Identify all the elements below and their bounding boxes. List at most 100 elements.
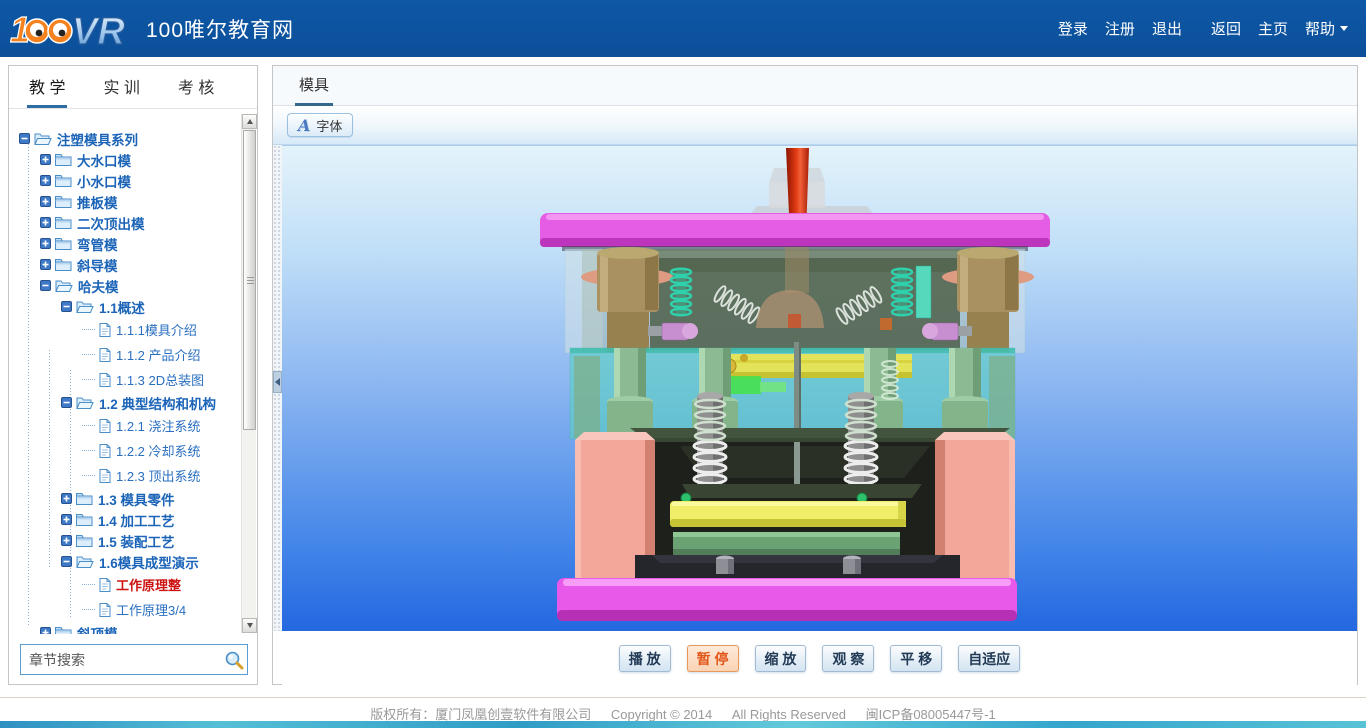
tab-mold[interactable]: 模具 [295, 66, 333, 106]
tree-item-label: 小水口模 [77, 171, 131, 191]
tree-item[interactable]: 1.1.3 2D总装图 [9, 367, 241, 392]
collapse-icon[interactable] [19, 133, 30, 144]
zoom-button[interactable]: 缩 放 [755, 645, 807, 672]
expand-icon[interactable] [40, 627, 51, 634]
scroll-up-button[interactable] [242, 114, 257, 129]
collapse-sidebar-handle[interactable] [273, 371, 282, 393]
sidebar-scrollbar[interactable] [241, 114, 256, 633]
tree-item[interactable]: 1.2.1 浇注系统 [9, 413, 241, 438]
tree-item-label: 推板模 [77, 192, 118, 212]
font-button[interactable]: A 字体 [287, 113, 353, 137]
folder-icon [55, 153, 72, 167]
tree-item-label: 注塑模具系列 [57, 129, 138, 149]
folder-icon [55, 237, 72, 251]
tab-teaching[interactable]: 教 学 [27, 66, 67, 108]
tree-item[interactable]: 工作原理3/4 [9, 597, 241, 622]
tree-item-label: 1.2.1 浇注系统 [116, 416, 201, 435]
play-button[interactable]: 播 放 [619, 645, 671, 672]
tree-folder[interactable]: 二次顶出模 [9, 212, 241, 233]
search-input[interactable] [21, 645, 221, 674]
panel-splitter[interactable] [273, 145, 282, 631]
collapse-icon[interactable] [61, 556, 72, 567]
tree-folder[interactable]: 大水口模 [9, 149, 241, 170]
folder-icon [55, 626, 72, 635]
tree-item-label: 1.3 模具零件 [98, 489, 175, 509]
tree-item-label: 哈夫模 [78, 276, 119, 296]
tree-folder[interactable]: 注塑模具系列 [9, 128, 241, 149]
nav-help[interactable]: 帮助 [1305, 18, 1348, 39]
expand-icon[interactable] [40, 217, 51, 228]
copyright-cn: 版权所有：厦门凤凰创壹软件有限公司 [370, 707, 591, 722]
ejector-retainer-top [682, 484, 922, 498]
tree-folder[interactable]: 推板模 [9, 191, 241, 212]
sidebar-panel: 教 学实 训考 核 注塑模具系列大水口模小水口模推板模二次顶出模弯管模斜导模哈夫… [8, 65, 258, 685]
tree-folder[interactable]: 斜顶模 [9, 622, 241, 634]
return-spring-right [845, 392, 877, 496]
tree-item-label: 二次顶出模 [77, 213, 145, 233]
content-tabbar: 模具 [273, 66, 1357, 106]
tree-folder[interactable]: 1.6模具成型演示 [9, 551, 241, 572]
tab-training[interactable]: 实 训 [101, 66, 141, 108]
tree-folder[interactable]: 1.2 典型结构和机构 [9, 392, 241, 413]
pan-button[interactable]: 平 移 [890, 645, 942, 672]
tree-folder[interactable]: 小水口模 [9, 170, 241, 191]
folder-open-icon [34, 132, 52, 146]
tree-folder[interactable]: 弯管模 [9, 233, 241, 254]
green-insert-2 [760, 382, 786, 392]
expand-icon[interactable] [40, 154, 51, 165]
nav-back[interactable]: 返回 [1211, 18, 1241, 39]
expand-icon[interactable] [61, 535, 72, 546]
collapse-icon[interactable] [61, 397, 72, 408]
tree-item[interactable]: 工作原理整 [9, 572, 241, 597]
nav-register[interactable]: 注册 [1105, 18, 1135, 39]
file-icon [99, 603, 111, 617]
site-logo[interactable]: 1 VR [10, 6, 136, 52]
expand-icon[interactable] [40, 259, 51, 270]
expand-icon[interactable] [40, 196, 51, 207]
tree-item[interactable]: 1.1.2 产品介绍 [9, 342, 241, 367]
tree-folder[interactable]: 1.5 装配工艺 [9, 530, 241, 551]
search-icon [224, 650, 244, 670]
nav-logout[interactable]: 退出 [1152, 18, 1182, 39]
scroll-down-button[interactable] [242, 618, 257, 633]
expand-icon[interactable] [40, 175, 51, 186]
observe-button[interactable]: 观 察 [822, 645, 874, 672]
playback-controls: 播 放暂 停缩 放观 察平 移自适应 [282, 631, 1357, 686]
collapse-icon[interactable] [40, 280, 51, 291]
autofit-button[interactable]: 自适应 [958, 645, 1020, 672]
viewer-3d-canvas[interactable] [282, 145, 1357, 631]
folder-open-icon [55, 279, 73, 293]
footer-accent-strip [0, 721, 1366, 728]
nav-login[interactable]: 登录 [1058, 18, 1088, 39]
tree-item[interactable]: 1.1.1模具介绍 [9, 317, 241, 342]
tree-item[interactable]: 1.2.3 顶出系统 [9, 463, 241, 488]
pause-button[interactable]: 暂 停 [687, 645, 739, 672]
scrollbar-thumb[interactable] [243, 130, 256, 430]
sidebar-tabs: 教 学实 训考 核 [9, 66, 257, 109]
tree-item-label: 1.6模具成型演示 [99, 552, 199, 572]
search-button[interactable] [221, 647, 247, 673]
header: 1 VR 100唯尔教育网 登录注册退出返回主页帮助 [0, 0, 1366, 57]
nav-home[interactable]: 主页 [1258, 18, 1288, 39]
tree-connector [82, 475, 95, 476]
tree-folder[interactable]: 斜导模 [9, 254, 241, 275]
top-clamp-plate [540, 213, 1050, 251]
folder-icon [76, 513, 93, 527]
page: 1 VR 100唯尔教育网 登录注册退出返回主页帮助 教 学实 训考 核 注塑模… [0, 0, 1366, 728]
expand-icon[interactable] [61, 514, 72, 525]
tree-folder[interactable]: 1.4 加工工艺 [9, 509, 241, 530]
folder-icon [55, 216, 72, 230]
file-icon [99, 348, 111, 362]
tree-folder[interactable]: 1.1概述 [9, 296, 241, 317]
expand-icon[interactable] [61, 493, 72, 504]
tab-assess[interactable]: 考 核 [176, 66, 216, 108]
tree-item[interactable]: 1.2.2 冷却系统 [9, 438, 241, 463]
tree-connector [82, 354, 95, 355]
expand-icon[interactable] [40, 238, 51, 249]
tree-connector [82, 584, 95, 585]
collapse-icon[interactable] [61, 301, 72, 312]
tree-item-label: 1.2 典型结构和机构 [99, 393, 216, 413]
tree-folder[interactable]: 哈夫模 [9, 275, 241, 296]
tree-folder[interactable]: 1.3 模具零件 [9, 488, 241, 509]
tree-connector [82, 450, 95, 451]
